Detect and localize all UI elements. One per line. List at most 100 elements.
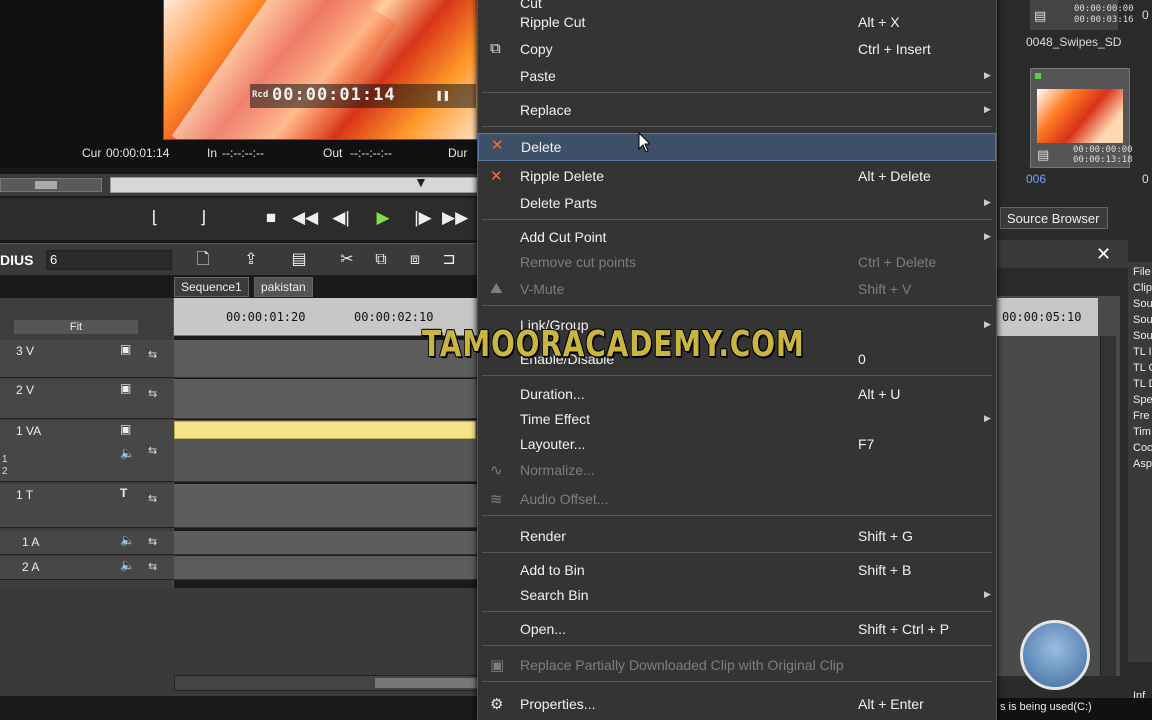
track-sync-icon[interactable]: ⇆ (148, 560, 157, 573)
open-project-icon[interactable]: ⇪ (240, 249, 262, 271)
menu-item-search-bin[interactable]: Search Bin ▶ (478, 584, 996, 608)
menu-item-ripple-delete[interactable]: ✕ Ripple Delete Alt + Delete (478, 165, 996, 189)
menu-item-duration[interactable]: Duration... Alt + U (478, 383, 996, 407)
menu-item-delete[interactable]: ✕ Delete (478, 133, 996, 161)
menu-item-paste[interactable]: Paste ▶ (478, 65, 996, 89)
clip-name-selected: 006 (1026, 172, 1047, 186)
video-track-icon[interactable]: ▣ (120, 381, 131, 395)
track-1t[interactable]: 1 T T ⇆ (0, 484, 174, 528)
menu-item-add-cut-point[interactable]: Add Cut Point ▶ (478, 226, 996, 250)
menu-item-render[interactable]: Render Shift + G (478, 525, 996, 549)
menu-item-label: Properties... (520, 696, 596, 712)
track-label: 1 T (16, 488, 34, 502)
timeline-ruler-right[interactable]: 00:00:05:10 (996, 298, 1098, 336)
menu-separator (482, 645, 992, 646)
video-track-icon[interactable]: ▣ (120, 342, 131, 356)
save-icon[interactable]: ▤ (288, 249, 310, 271)
menu-item-label: Duration... (520, 386, 585, 402)
tab-sequence1[interactable]: Sequence1 (174, 277, 249, 297)
stop-icon[interactable]: ■ (258, 206, 284, 230)
info-item: Spe (1133, 394, 1152, 406)
menu-item-copy[interactable]: ⧉ Copy Ctrl + Insert (478, 38, 996, 62)
track-sync-icon[interactable]: ⇆ (148, 387, 157, 400)
menu-item-replace[interactable]: Replace ▶ (478, 99, 996, 123)
audio-channel-1: 1 (2, 454, 8, 465)
track-sync-icon[interactable]: ⇆ (148, 535, 157, 548)
info-item: Sou (1133, 314, 1152, 326)
video-track-icon[interactable]: ▣ (120, 422, 131, 436)
speaker-icon[interactable]: 🔈 (120, 558, 135, 572)
track-3v[interactable]: 3 V ▣ ⇆ (0, 340, 174, 378)
set-in-button[interactable]: ⌊ (142, 206, 168, 230)
scrub-bar: ▼ (0, 174, 480, 196)
menu-item-audio-offset[interactable]: ≋ Audio Offset... (478, 488, 996, 512)
close-icon[interactable]: ✕ (1096, 244, 1111, 265)
lane-2a[interactable] (174, 556, 480, 580)
cut-scissors-icon[interactable]: ✂ (336, 249, 358, 271)
submenu-arrow-icon: ▶ (984, 197, 991, 207)
menu-item-remove-cut-points[interactable]: Remove cut points Ctrl + Delete (478, 251, 996, 275)
information-list: File Clip Sou Sou Sou TL I TL C TL D Spe… (1128, 262, 1152, 702)
menu-item-time-effect[interactable]: Time Effect ▶ (478, 408, 996, 432)
clip-thumbnail-swipes[interactable]: ▤ 00:00:00:00 00:00:03:16 (1030, 0, 1134, 30)
timeline-clip[interactable] (174, 421, 476, 439)
menu-item-normalize[interactable]: ∿ Normalize... (478, 459, 996, 483)
tab-source-browser[interactable]: Source Browser (1000, 207, 1108, 229)
shuttle-thumb[interactable] (35, 181, 57, 189)
fast-forward-icon[interactable]: ▶▶ (442, 206, 468, 230)
menu-separator (482, 305, 992, 306)
set-out-button[interactable]: ⌋ (190, 206, 216, 230)
tab-pakistan[interactable]: pakistan (254, 277, 313, 297)
title-track-icon[interactable]: T (120, 486, 127, 500)
paste-icon[interactable]: ⧈ (404, 249, 426, 271)
track-2a[interactable]: 2 A 🔈 ⇆ (0, 556, 174, 580)
track-sync-icon[interactable]: ⇆ (148, 444, 157, 457)
menu-item-shortcut: F7 (858, 436, 875, 452)
timeline-horizontal-scrollbar[interactable] (174, 675, 480, 691)
timeline-vertical-scrollbar[interactable] (1100, 336, 1116, 676)
out-label: Out (323, 146, 343, 160)
zoom-fit-dropdown[interactable]: Fit (14, 320, 138, 334)
playhead-marker[interactable]: ▼ (414, 174, 428, 194)
menu-item-open[interactable]: Open... Shift + Ctrl + P (478, 618, 996, 642)
menu-item-add-to-bin[interactable]: Add to Bin Shift + B (478, 559, 996, 583)
menu-item-shortcut: Shift + V (858, 281, 912, 297)
lane-1t[interactable] (174, 484, 480, 528)
replace-icon[interactable]: ⊐ (438, 249, 460, 271)
step-forward-icon[interactable]: |▶ (410, 206, 436, 230)
scrollbar-thumb[interactable] (375, 678, 479, 688)
clip-thumbnail-006[interactable]: ▤ 00:00:00:00 00:00:13:18 (1030, 68, 1133, 168)
speaker-icon[interactable]: 🔈 (120, 446, 135, 460)
menu-item-properties[interactable]: ⚙ Properties... Alt + Enter (478, 693, 996, 717)
step-back-icon[interactable]: ◀| (328, 206, 354, 230)
rewind-icon[interactable]: ◀◀ (292, 206, 318, 230)
menu-item-shortcut: Alt + X (858, 14, 900, 30)
track-2v[interactable]: 2 V ▣ ⇆ (0, 379, 174, 419)
menu-item-delete-parts[interactable]: Delete Parts ▶ (478, 192, 996, 216)
track-sync-icon[interactable]: ⇆ (148, 348, 157, 361)
copy-icon[interactable]: ⧉ (370, 249, 392, 271)
menu-item-label: Replace (520, 102, 572, 118)
lane-2v[interactable] (174, 379, 480, 419)
play-icon[interactable]: ▶ (370, 206, 396, 230)
rcd-label: Rcd (252, 90, 269, 100)
menu-item-v-mute[interactable]: ⛰ V-Mute Shift + V (478, 278, 996, 302)
menu-item-label: Delete Parts (520, 195, 598, 211)
speaker-icon[interactable]: 🔈 (120, 533, 135, 547)
menu-item-shortcut: 0 (858, 351, 866, 367)
menu-item-layouter[interactable]: Layouter... F7 (478, 433, 996, 457)
track-1va[interactable]: 1 VA ▣ 🔈 ⇆ 1 2 (0, 420, 174, 482)
info-item: Sou (1133, 330, 1152, 342)
menu-item-replace-partial-clip[interactable]: ▣ Replace Partially Downloaded Clip with… (478, 654, 996, 678)
sequence-name-box (46, 250, 172, 270)
track-1a[interactable]: 1 A 🔈 ⇆ (0, 531, 174, 555)
new-sequence-icon[interactable]: 🗋 (192, 249, 214, 271)
track-sync-icon[interactable]: ⇆ (148, 492, 157, 505)
track-header-panel: Fit 3 V ▣ ⇆ 2 V ▣ ⇆ 1 VA ▣ 🔈 ⇆ 1 2 1 T T… (0, 298, 174, 588)
timeline-toolbar: DIUS 6 🗋 ⇪ ▤ ✂ ⧉ ⧈ ⊐ (0, 243, 480, 275)
menu-item-ripple-cut[interactable]: Ripple Cut Alt + X (478, 11, 996, 35)
lane-1a[interactable] (174, 531, 480, 555)
menu-item-label: Add Cut Point (520, 229, 607, 245)
app-name: DIUS (0, 252, 34, 268)
shuttle-slider[interactable] (0, 178, 102, 192)
